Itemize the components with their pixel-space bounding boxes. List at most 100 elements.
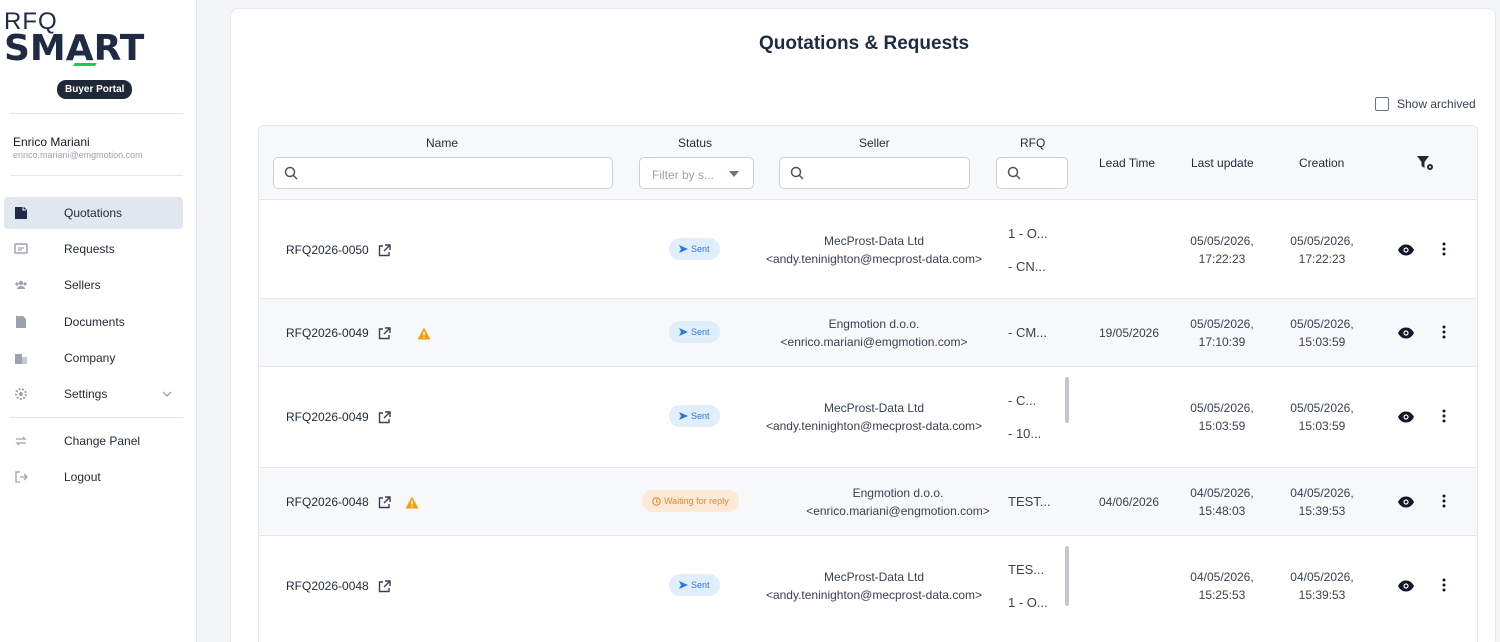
nav-item-change-panel[interactable]: Change Panel	[4, 425, 183, 457]
rfq-cell-scrollbar[interactable]	[1065, 546, 1069, 606]
rfq-line: - C...	[1008, 393, 1037, 408]
sellers-icon	[14, 278, 28, 292]
creation-date: 05/05/2026,	[1290, 401, 1354, 415]
rfq-cell-scrollbar[interactable]	[1065, 377, 1069, 423]
send-icon	[679, 581, 688, 589]
nav-item-logout[interactable]: Logout	[4, 461, 183, 493]
creation-cell: 05/05/2026, 15:03:59	[1277, 315, 1367, 351]
seller-cell: MecProst-Data Ltd <andy.teninighton@mecp…	[729, 568, 1019, 604]
creation-time: 15:03:59	[1298, 335, 1346, 349]
clock-icon	[652, 496, 661, 506]
quotation-id[interactable]: RFQ2026-0049	[286, 410, 369, 424]
creation-date: 05/05/2026,	[1290, 234, 1354, 248]
quotation-id[interactable]: RFQ2026-0048	[286, 495, 369, 509]
status-text: Waiting for reply	[664, 496, 729, 506]
seller-search-input[interactable]	[779, 157, 970, 189]
quotation-id-cell: RFQ2026-0048	[286, 579, 391, 593]
status-filter-select[interactable]: Filter by s...	[639, 157, 754, 189]
table-row[interactable]: RFQ2026-0050 Sent MecProst-Data Ltd <and…	[259, 200, 1477, 299]
nav-label: Settings	[64, 387, 108, 401]
seller-email: <andy.teninighton@mecprost-data.com>	[765, 252, 983, 266]
send-icon	[679, 245, 688, 253]
logout-icon	[14, 470, 28, 484]
table-row[interactable]: RFQ2026-0049 Sent MecProst-Data Ltd <and…	[259, 367, 1477, 468]
nav-item-quotations[interactable]: Quotations	[4, 197, 183, 229]
view-eye-icon[interactable]	[1397, 327, 1415, 339]
more-options-icon[interactable]	[1442, 409, 1446, 423]
last-update-cell: 05/05/2026, 17:10:39	[1177, 315, 1267, 351]
nav-label: Company	[64, 351, 116, 365]
lead-time-cell: 04/06/2026	[1098, 495, 1160, 509]
rfq-line: 1 - O...	[1008, 226, 1048, 241]
column-header-seller: Seller	[859, 136, 890, 150]
nav-label: Sellers	[64, 278, 101, 292]
documents-icon	[14, 315, 28, 329]
requests-icon	[14, 242, 28, 256]
rfq-line: TEST...	[1008, 494, 1051, 509]
status-badge: Sent	[669, 321, 720, 343]
status-text: Sent	[691, 244, 710, 254]
nav-item-settings[interactable]: Settings	[4, 378, 183, 410]
last-update-time: 15:48:03	[1198, 504, 1246, 518]
nav-label: Logout	[64, 470, 101, 484]
rfq-search-input[interactable]	[996, 157, 1068, 189]
status-badge: Waiting for reply	[642, 490, 739, 512]
more-options-icon[interactable]	[1442, 494, 1446, 508]
last-update-date: 05/05/2026,	[1190, 234, 1254, 248]
creation-cell: 05/05/2026, 17:22:23	[1277, 232, 1367, 268]
filter-settings-icon[interactable]	[1416, 155, 1434, 171]
last-update-cell: 04/05/2026, 15:48:03	[1177, 484, 1267, 520]
external-link-icon[interactable]	[378, 243, 391, 257]
sidebar: RFQ SMART Buyer Portal Enrico Mariani en…	[0, 0, 197, 642]
quotation-id[interactable]: RFQ2026-0048	[286, 579, 369, 593]
last-update-date: 05/05/2026,	[1190, 317, 1254, 331]
external-link-icon[interactable]	[378, 326, 391, 340]
name-search-input[interactable]	[273, 157, 613, 189]
external-link-icon[interactable]	[378, 495, 391, 509]
status-badge: Sent	[669, 405, 720, 427]
creation-time: 15:39:53	[1298, 504, 1346, 518]
more-options-icon[interactable]	[1442, 325, 1446, 339]
creation-date: 04/05/2026,	[1290, 486, 1354, 500]
company-icon	[14, 351, 28, 365]
send-icon	[679, 412, 688, 420]
nav-item-sellers[interactable]: Sellers	[4, 269, 183, 301]
more-options-icon[interactable]	[1442, 578, 1446, 592]
main-card: Quotations & Requests Show archived Name…	[230, 8, 1496, 642]
nav-item-documents[interactable]: Documents	[4, 306, 183, 338]
table-row[interactable]: RFQ2026-0049 Sent Engmotion d.o.o. <enri…	[259, 299, 1477, 367]
view-eye-icon[interactable]	[1397, 496, 1415, 508]
show-archived-toggle[interactable]: Show archived	[1375, 97, 1476, 111]
view-eye-icon[interactable]	[1397, 411, 1415, 423]
user-name: Enrico Mariani	[13, 135, 90, 149]
rfq-smart-logo[interactable]: RFQ SMART	[4, 8, 190, 69]
nav-item-requests[interactable]: Requests	[4, 233, 183, 265]
table-row[interactable]: RFQ2026-0048 Waiting for reply Engmotion…	[259, 468, 1477, 536]
last-update-cell: 05/05/2026, 15:03:59	[1177, 399, 1267, 435]
seller-name: Engmotion d.o.o.	[828, 317, 920, 331]
portal-badge: Buyer Portal	[57, 80, 133, 99]
search-icon	[1007, 166, 1021, 180]
seller-cell: Engmotion d.o.o. <enrico.mariani@engmoti…	[733, 484, 1023, 520]
quotation-id[interactable]: RFQ2026-0049	[286, 326, 369, 340]
warning-icon	[405, 496, 419, 509]
last-update-cell: 05/05/2026, 17:22:23	[1177, 232, 1267, 268]
nav-item-company[interactable]: Company	[4, 342, 183, 374]
external-link-icon[interactable]	[378, 579, 391, 593]
column-header-last-update[interactable]: Last update	[1191, 156, 1254, 170]
view-eye-icon[interactable]	[1397, 580, 1415, 592]
table-row[interactable]: RFQ2026-0048 Sent MecProst-Data Ltd <and…	[259, 536, 1477, 642]
logo-accent	[73, 63, 97, 66]
divider	[10, 113, 183, 114]
view-eye-icon[interactable]	[1397, 244, 1415, 256]
column-header-rfq: RFQ	[1020, 136, 1046, 150]
more-options-icon[interactable]	[1442, 242, 1446, 256]
creation-cell: 04/05/2026, 15:39:53	[1277, 568, 1367, 604]
show-archived-checkbox[interactable]	[1375, 97, 1389, 111]
column-header-lead-time[interactable]: Lead Time	[1099, 156, 1155, 170]
seller-name: Engmotion d.o.o.	[852, 486, 944, 500]
external-link-icon[interactable]	[378, 410, 391, 424]
quotation-id[interactable]: RFQ2026-0050	[286, 243, 369, 257]
chevron-down-icon[interactable]	[162, 389, 172, 400]
column-header-creation[interactable]: Creation	[1299, 156, 1344, 170]
